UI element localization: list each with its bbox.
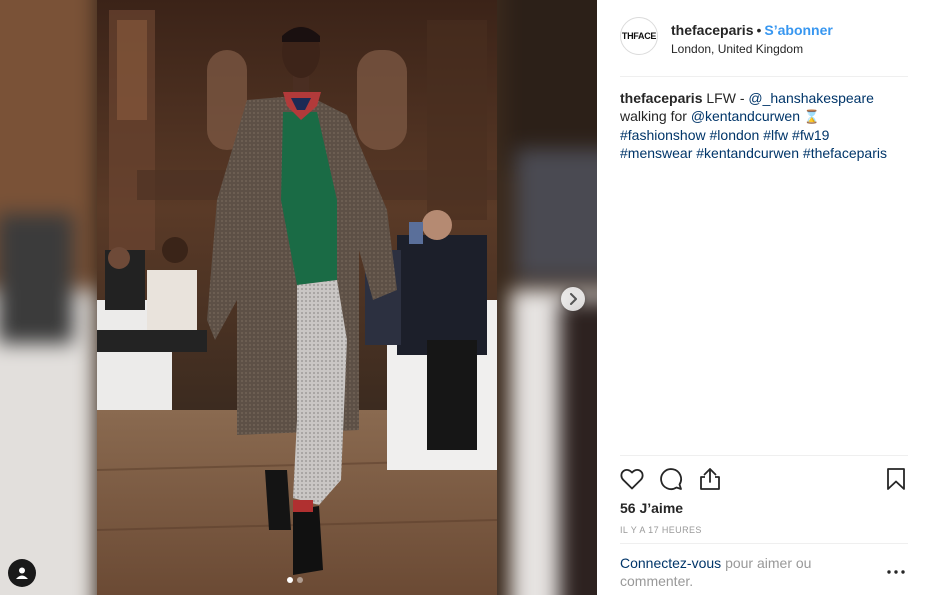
hashtag-link[interactable]: #kentandcurwen [696, 145, 799, 161]
caption-username-link[interactable]: thefaceparis [620, 90, 702, 106]
hourglass-emoji: ⌛ [803, 109, 821, 124]
more-options-button[interactable] [884, 563, 908, 581]
post-caption: thefaceparis LFW - @_hanshakespeare walk… [620, 89, 910, 162]
post-photo [97, 0, 497, 595]
share-button[interactable] [696, 465, 724, 493]
heart-icon [620, 469, 644, 490]
location-link[interactable]: London, United Kingdom [671, 42, 833, 57]
runway-photo [97, 0, 497, 595]
caption-text: walking for [620, 108, 687, 124]
hashtag-link[interactable]: #fashionshow [620, 127, 706, 143]
header-info: thefaceparis • S’abonner London, United Ki… [671, 21, 833, 57]
separator-dot: • [756, 22, 762, 38]
save-button[interactable] [882, 465, 910, 493]
mention-link[interactable]: @kentandcurwen [691, 108, 800, 124]
post-actions [618, 464, 910, 494]
user-tag-button[interactable] [8, 559, 36, 587]
more-dots-icon [887, 570, 905, 574]
header-line: thefaceparis • S’abonner [671, 21, 833, 39]
carousel-indicator [287, 577, 303, 583]
username-link[interactable]: thefaceparis [671, 22, 753, 38]
hashtag-link[interactable]: #lfw [763, 127, 788, 143]
comment-bubble-icon [660, 468, 682, 490]
hashtag-link[interactable]: #thefaceparis [803, 145, 887, 161]
carousel-dot [297, 577, 303, 583]
divider [620, 543, 908, 544]
hashtag-link[interactable]: #london [710, 127, 760, 143]
hashtag-link[interactable]: #menswear [620, 145, 692, 161]
avatar-logo: THFACE [621, 31, 657, 41]
bookmark-icon [887, 468, 905, 490]
post-media [0, 0, 597, 595]
login-to-comment: Connectez-vous pour aimer ou commenter. [620, 554, 850, 590]
post-header: THFACE thefaceparis • S’abonner London, Un… [620, 17, 908, 77]
hashtag-link[interactable]: #fw19 [792, 127, 829, 143]
user-tag-icon [16, 567, 28, 579]
mention-link[interactable]: @_hanshakespeare [748, 90, 874, 106]
comment-button[interactable] [657, 465, 685, 493]
carousel-next-button[interactable] [561, 287, 585, 311]
likes-count[interactable]: 56 J’aime [620, 500, 683, 516]
carousel-dot-active [287, 577, 293, 583]
post-side-panel: THFACE thefaceparis • S’abonner London, Un… [597, 0, 931, 595]
share-icon [700, 468, 720, 490]
login-link[interactable]: Connectez-vous [620, 555, 721, 571]
caption-text: LFW - [706, 90, 745, 106]
avatar[interactable]: THFACE [620, 17, 658, 55]
follow-button[interactable]: S’abonner [764, 22, 832, 38]
divider [620, 455, 908, 456]
post-timestamp[interactable]: IL Y A 17 HEURES [620, 525, 702, 535]
like-button[interactable] [618, 465, 646, 493]
chevron-right-icon [570, 293, 577, 305]
